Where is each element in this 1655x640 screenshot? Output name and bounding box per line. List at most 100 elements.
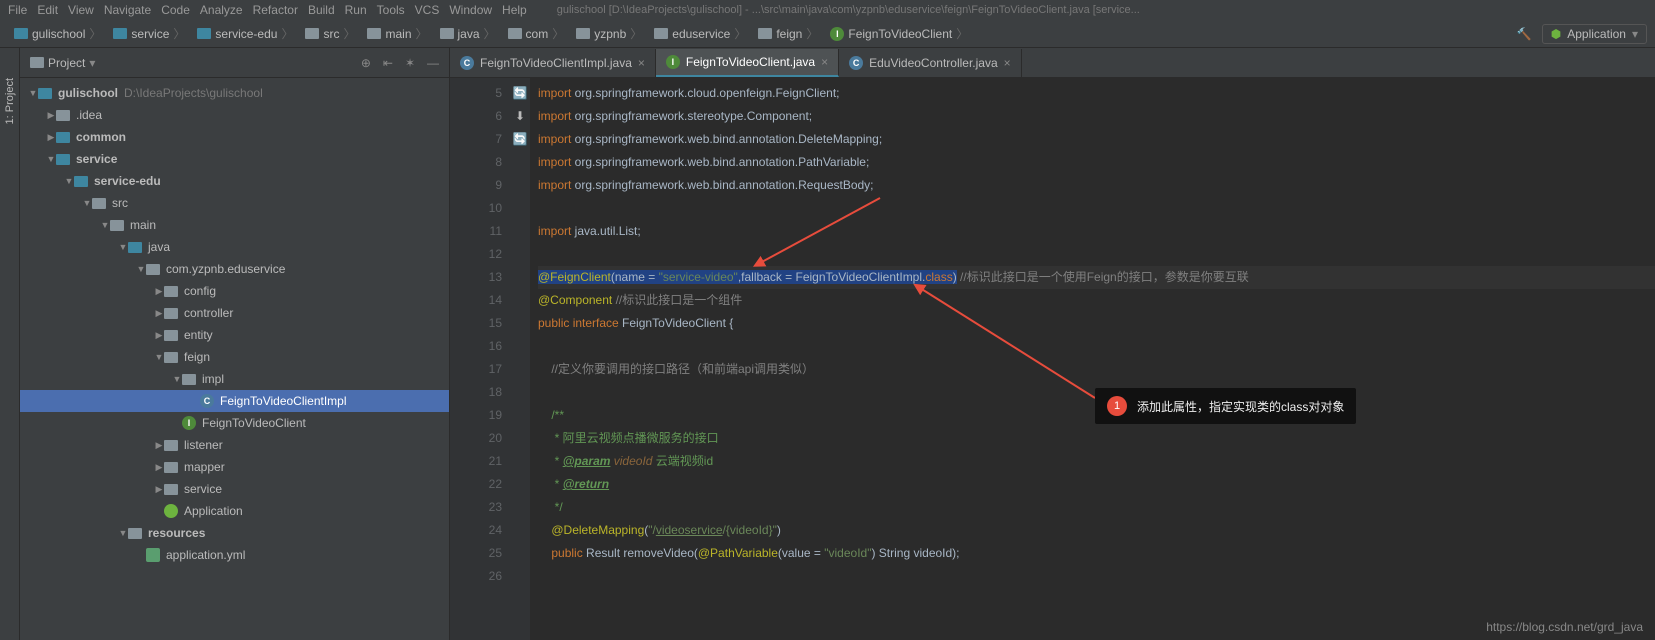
class-icon: C <box>200 394 214 408</box>
tree-java[interactable]: ▼java <box>20 236 449 258</box>
menu-view[interactable]: View <box>68 3 94 17</box>
editor-tab[interactable]: CFeignToVideoClientImpl.java× <box>450 49 656 77</box>
project-panel-title[interactable]: Project ▾ <box>30 56 95 70</box>
file-type-icon: C <box>460 56 474 70</box>
source-folder-icon <box>128 242 142 253</box>
hide-icon[interactable]: — <box>427 56 439 70</box>
menu-vcs[interactable]: VCS <box>415 3 440 17</box>
tree-service-pkg[interactable]: ▶service <box>20 478 449 500</box>
tree-feign-client[interactable]: IFeignToVideoClient <box>20 412 449 434</box>
tree-service[interactable]: ▼service <box>20 148 449 170</box>
module-icon <box>197 28 211 39</box>
tree-mapper[interactable]: ▶mapper <box>20 456 449 478</box>
file-type-icon: I <box>666 55 680 69</box>
tree-main[interactable]: ▼main <box>20 214 449 236</box>
tree-config[interactable]: ▶config <box>20 280 449 302</box>
tree-resources[interactable]: ▼resources <box>20 522 449 544</box>
breadcrumb-item[interactable]: yzpnb〉 <box>570 25 648 42</box>
package-icon <box>164 484 178 495</box>
breadcrumb-item[interactable]: main〉 <box>361 25 433 42</box>
tree-application[interactable]: Application <box>20 500 449 522</box>
package-icon <box>164 330 178 341</box>
tool-window-stripe[interactable]: 1: Project <box>0 48 20 640</box>
tree-feign-impl-class[interactable]: CFeignToVideoClientImpl <box>20 390 449 412</box>
folder-icon <box>92 198 106 209</box>
folder-icon <box>305 28 319 39</box>
breadcrumb-item[interactable]: gulischool〉 <box>8 25 107 42</box>
tree-feign[interactable]: ▼feign <box>20 346 449 368</box>
module-icon <box>74 176 88 187</box>
menu-window[interactable]: Window <box>449 3 492 17</box>
tree-impl[interactable]: ▼impl <box>20 368 449 390</box>
project-panel: Project ▾ ⊕ ⇤ ✶ — ▼gulischoolD:\IdeaProj… <box>20 48 450 640</box>
tree-service-edu[interactable]: ▼service-edu <box>20 170 449 192</box>
breadcrumb-item[interactable]: IFeignToVideoClient〉 <box>824 25 974 42</box>
tree-listener[interactable]: ▶listener <box>20 434 449 456</box>
breadcrumb-item[interactable]: src〉 <box>299 25 361 42</box>
package-icon <box>576 28 590 39</box>
watermark: https://blog.csdn.net/grd_java <box>1486 620 1643 634</box>
menu-file[interactable]: File <box>8 3 27 17</box>
window-title: gulischool [D:\IdeaProjects\gulischool] … <box>557 4 1140 16</box>
settings-icon[interactable]: ✶ <box>405 56 415 70</box>
tree-package[interactable]: ▼com.yzpnb.eduservice <box>20 258 449 280</box>
menu-bar: File Edit View Navigate Code Analyze Ref… <box>0 0 1655 20</box>
line-gutter[interactable]: 567891011121314151617181920212223242526 <box>450 78 510 640</box>
menu-analyze[interactable]: Analyze <box>200 3 243 17</box>
breadcrumb-item[interactable]: feign〉 <box>752 25 824 42</box>
run-config-selector[interactable]: ⬢ Application ▾ <box>1542 24 1647 44</box>
package-icon <box>182 374 196 385</box>
editor-tab[interactable]: CEduVideoController.java× <box>839 49 1022 77</box>
breadcrumb-item[interactable]: service〉 <box>107 25 191 42</box>
folder-icon <box>367 28 381 39</box>
folder-icon <box>110 220 124 231</box>
yaml-icon <box>146 548 160 562</box>
package-icon <box>164 308 178 319</box>
menu-tools[interactable]: Tools <box>377 3 405 17</box>
tree-entity[interactable]: ▶entity <box>20 324 449 346</box>
module-icon <box>38 88 52 99</box>
tree-idea[interactable]: ▶.idea <box>20 104 449 126</box>
package-icon <box>164 352 178 363</box>
breadcrumb-item[interactable]: eduservice〉 <box>648 25 752 42</box>
collapse-icon[interactable]: ⇤ <box>383 56 393 70</box>
project-tool-tab[interactable]: 1: Project <box>4 78 16 124</box>
menu-refactor[interactable]: Refactor <box>253 3 298 17</box>
breadcrumb-item[interactable]: service-edu〉 <box>191 25 299 42</box>
tree-app-yml[interactable]: application.yml <box>20 544 449 566</box>
editor-area: CFeignToVideoClientImpl.java×IFeignToVid… <box>450 48 1655 640</box>
menu-code[interactable]: Code <box>161 3 190 17</box>
menu-run[interactable]: Run <box>345 3 367 17</box>
spring-icon <box>164 504 178 518</box>
package-icon <box>164 462 178 473</box>
menu-build[interactable]: Build <box>308 3 335 17</box>
breadcrumb-item[interactable]: com〉 <box>502 25 571 42</box>
code-editor[interactable]: import org.springframework.cloud.openfei… <box>530 78 1655 640</box>
editor-tab[interactable]: IFeignToVideoClient.java× <box>656 49 839 77</box>
package-icon <box>758 28 772 39</box>
folder-icon <box>440 28 454 39</box>
close-tab-icon[interactable]: × <box>638 56 645 70</box>
package-icon <box>508 28 522 39</box>
close-tab-icon[interactable]: × <box>1004 56 1011 70</box>
menu-edit[interactable]: Edit <box>37 3 58 17</box>
editor-tabs: CFeignToVideoClientImpl.java×IFeignToVid… <box>450 48 1655 78</box>
package-icon <box>654 28 668 39</box>
menu-help[interactable]: Help <box>502 3 527 17</box>
tree-common[interactable]: ▶common <box>20 126 449 148</box>
interface-icon: I <box>182 416 196 430</box>
breadcrumb-item[interactable]: java〉 <box>434 25 502 42</box>
module-icon <box>14 28 28 39</box>
gutter-icons[interactable]: 🔄⬇🔄 <box>510 78 530 640</box>
file-type-icon: C <box>849 56 863 70</box>
locate-icon[interactable]: ⊕ <box>361 56 371 70</box>
interface-icon: I <box>830 27 844 41</box>
tree-root[interactable]: ▼gulischoolD:\IdeaProjects\gulischool <box>20 82 449 104</box>
build-icon[interactable]: 🔨 <box>1517 27 1532 41</box>
module-icon <box>56 154 70 165</box>
menu-navigate[interactable]: Navigate <box>104 3 151 17</box>
tree-controller[interactable]: ▶controller <box>20 302 449 324</box>
close-tab-icon[interactable]: × <box>821 55 828 69</box>
project-tree[interactable]: ▼gulischoolD:\IdeaProjects\gulischool▶.i… <box>20 78 449 640</box>
tree-src[interactable]: ▼src <box>20 192 449 214</box>
